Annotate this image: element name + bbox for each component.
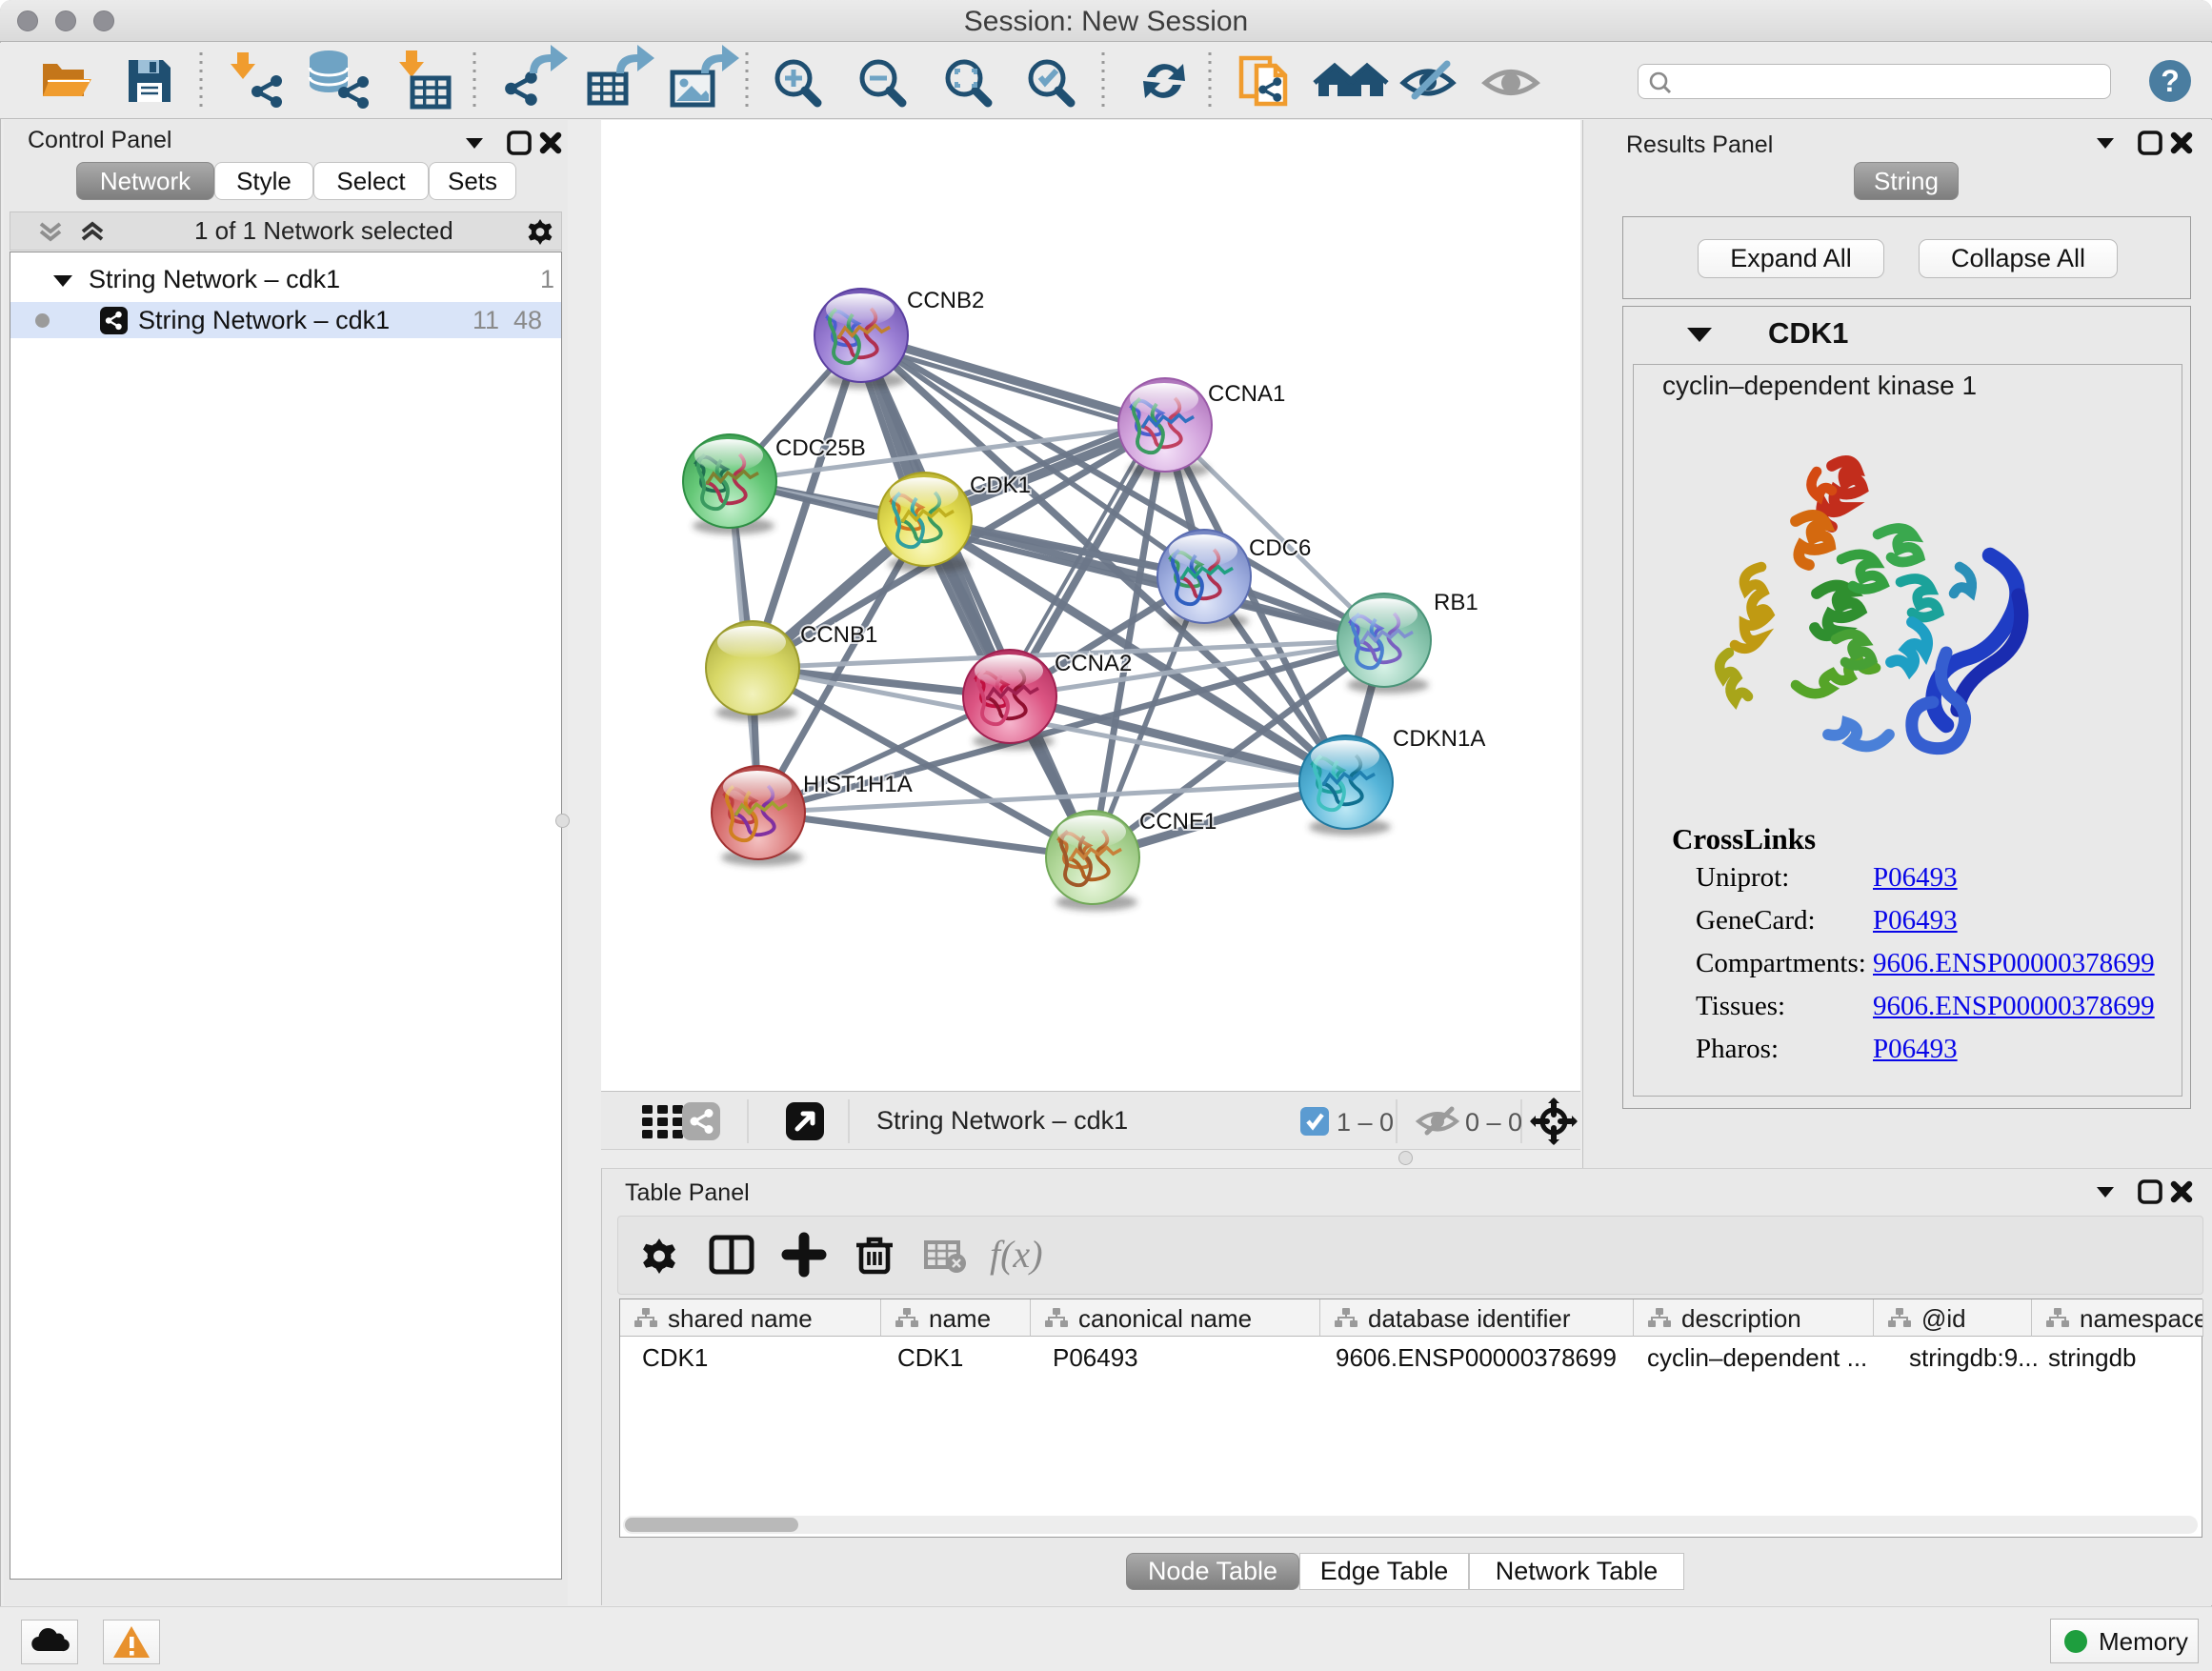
svg-text:CDK1: CDK1 [970,473,1031,498]
svg-text:HIST1H1A: HIST1H1A [803,772,913,797]
svg-text:1 – 0: 1 – 0 [1337,1108,1394,1137]
svg-text:CCNE1: CCNE1 [1139,809,1217,835]
svg-text:0 – 0: 0 – 0 [1465,1108,1522,1137]
svg-text:RB1: RB1 [1434,590,1478,615]
svg-text:?: ? [2161,64,2180,98]
svg-text:CDKN1A: CDKN1A [1393,726,1485,752]
svg-text:CCNB1: CCNB1 [800,622,877,648]
svg-text:CDC25B: CDC25B [775,435,866,461]
svg-text:f(x): f(x) [990,1233,1043,1276]
svg-text:CCNA2: CCNA2 [1055,651,1132,676]
svg-text:CDC6: CDC6 [1249,535,1311,561]
svg-text:CCNB2: CCNB2 [907,288,984,313]
svg-text:CCNA1: CCNA1 [1208,381,1285,407]
